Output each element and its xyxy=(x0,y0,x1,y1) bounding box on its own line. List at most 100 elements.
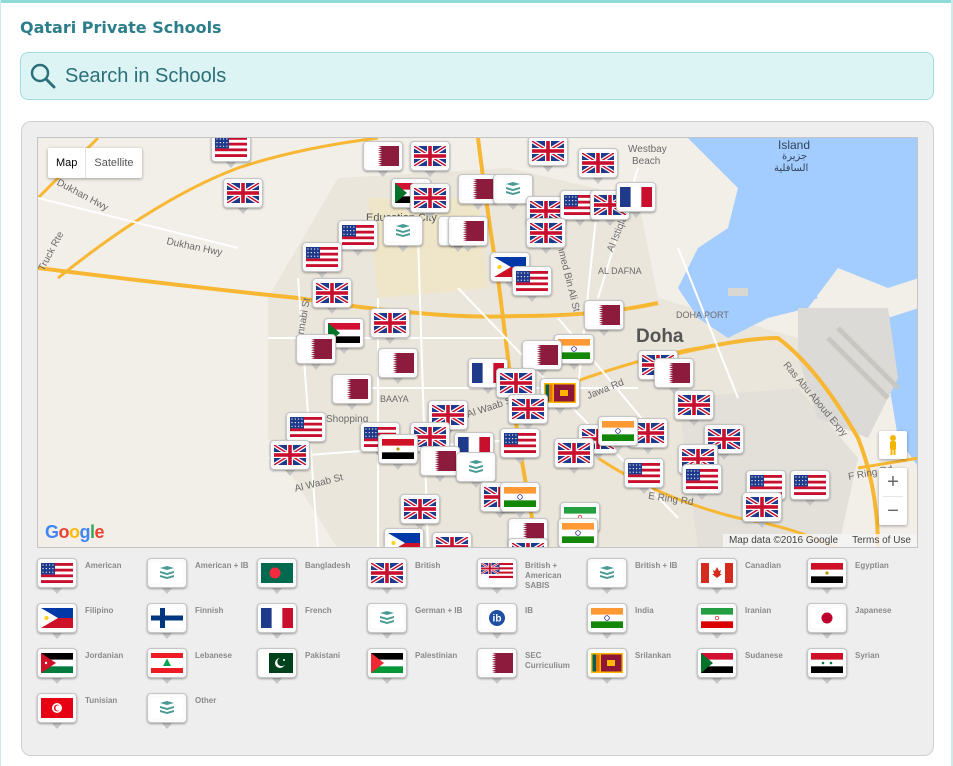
us-flag-icon xyxy=(504,433,536,453)
school-marker[interactable] xyxy=(270,440,310,476)
legend-item[interactable]: Japanese xyxy=(807,603,917,645)
school-marker[interactable] xyxy=(378,348,418,384)
school-marker[interactable] xyxy=(578,148,618,184)
legend-item[interactable]: British + American SABIS xyxy=(477,558,587,600)
school-marker[interactable] xyxy=(432,532,472,547)
school-marker[interactable] xyxy=(383,216,423,252)
legend-item[interactable]: Egyptian xyxy=(807,558,917,600)
school-marker[interactable] xyxy=(400,494,440,530)
gb-flag-icon xyxy=(530,223,562,243)
school-marker[interactable] xyxy=(508,538,548,547)
school-marker[interactable] xyxy=(312,278,352,314)
school-marker[interactable] xyxy=(616,182,656,218)
legend-item[interactable]: SEC Curriculium xyxy=(477,648,587,690)
legend-item[interactable]: American + IB xyxy=(147,558,257,600)
school-marker[interactable] xyxy=(211,138,251,168)
school-marker[interactable] xyxy=(363,141,403,177)
school-marker[interactable] xyxy=(448,216,488,252)
legend-label: British + IB xyxy=(635,561,678,570)
fr-flag-icon xyxy=(620,187,652,207)
school-marker[interactable] xyxy=(500,482,540,518)
legend-marker xyxy=(807,558,847,594)
school-marker[interactable] xyxy=(420,446,460,482)
school-marker[interactable] xyxy=(528,138,568,172)
school-marker[interactable] xyxy=(512,266,552,302)
map-type-satellite-button[interactable]: Satellite xyxy=(86,148,141,178)
school-marker[interactable] xyxy=(508,394,548,430)
school-marker[interactable] xyxy=(558,518,598,547)
in-flag-icon xyxy=(602,421,634,441)
search-box[interactable]: Search in Schools xyxy=(20,52,934,100)
school-marker[interactable] xyxy=(296,334,336,370)
legend-item[interactable]: Pakistani xyxy=(257,648,367,690)
gb-flag-icon xyxy=(532,141,564,161)
legend-item[interactable]: Finnish xyxy=(147,603,257,645)
school-marker[interactable] xyxy=(384,528,424,547)
legend-item[interactable]: Iranian xyxy=(697,603,807,645)
legend-label: SEC Curriculium xyxy=(525,651,570,670)
legend-item[interactable]: ib IB xyxy=(477,603,587,645)
school-marker[interactable] xyxy=(790,470,830,506)
sy-flag-icon xyxy=(811,653,843,673)
school-marker[interactable] xyxy=(338,220,378,256)
legend-item[interactable]: American xyxy=(37,558,147,600)
marker-tip xyxy=(271,587,283,594)
zoom-out-button[interactable]: − xyxy=(879,497,907,525)
marker-tip xyxy=(346,403,358,410)
school-marker[interactable] xyxy=(302,242,342,278)
street-view-button[interactable] xyxy=(879,431,907,459)
zoom-in-button[interactable]: + xyxy=(879,468,907,496)
school-marker[interactable] xyxy=(584,300,624,336)
school-marker[interactable] xyxy=(674,390,714,426)
school-marker[interactable] xyxy=(370,308,410,344)
legend-item[interactable]: French xyxy=(257,603,367,645)
school-marker[interactable] xyxy=(742,492,782,528)
marker-tip xyxy=(225,161,237,168)
legend-label: Palestinian xyxy=(415,651,458,660)
school-marker[interactable] xyxy=(458,174,498,210)
legend-item[interactable]: India xyxy=(587,603,697,645)
legend-item[interactable]: Bangladesh xyxy=(257,558,367,600)
terms-of-use-link[interactable]: Terms of Use xyxy=(852,535,911,546)
school-marker[interactable] xyxy=(410,141,450,177)
legend-item[interactable]: Lebanese xyxy=(147,648,257,690)
legend-item[interactable]: Palestinian xyxy=(367,648,477,690)
legend-item[interactable]: Tunisian xyxy=(37,693,147,735)
school-marker[interactable] xyxy=(654,358,694,394)
school-marker[interactable] xyxy=(624,458,664,494)
legend-item[interactable]: Srilankan xyxy=(587,648,697,690)
legend-item[interactable]: Filipino xyxy=(37,603,147,645)
legend-label: Jordanian xyxy=(85,651,124,660)
legend-label: French xyxy=(305,606,332,615)
legend-item[interactable]: British xyxy=(367,558,477,600)
legend-item[interactable]: British + IB xyxy=(587,558,697,600)
legend-marker xyxy=(37,648,77,684)
qa-flag-icon xyxy=(526,345,558,365)
search-input[interactable]: Search in Schools xyxy=(65,65,226,88)
frame-left xyxy=(0,0,1,766)
map-data-credit: Map data ©2016 Google xyxy=(728,535,839,546)
school-marker[interactable] xyxy=(554,438,594,474)
legend-item[interactable]: Canadian xyxy=(697,558,807,600)
legend-item[interactable]: Sudanese xyxy=(697,648,807,690)
legend-item[interactable]: German + IB xyxy=(367,603,477,645)
school-marker[interactable] xyxy=(500,428,540,464)
school-marker[interactable] xyxy=(682,464,722,500)
school-marker[interactable] xyxy=(332,374,372,410)
school-marker[interactable] xyxy=(598,416,638,452)
legend-marker xyxy=(697,558,737,594)
school-marker[interactable] xyxy=(526,218,566,254)
ca-flag-icon xyxy=(701,563,733,583)
map-view[interactable]: Westbay Beach Island جزيرة السافلية Dukh… xyxy=(37,137,918,548)
school-marker[interactable] xyxy=(223,178,263,214)
marker-tip xyxy=(526,295,538,302)
fi-flag-icon xyxy=(151,608,183,628)
legend-marker xyxy=(147,693,187,729)
legend-item[interactable]: Jordanian xyxy=(37,648,147,690)
map-type-map-button[interactable]: Map xyxy=(48,148,85,178)
school-marker[interactable] xyxy=(410,183,450,219)
marker-tip xyxy=(821,632,833,639)
legend-item[interactable]: Other xyxy=(147,693,257,735)
legend-item[interactable]: Syrian xyxy=(807,648,917,690)
school-marker[interactable] xyxy=(378,434,418,470)
